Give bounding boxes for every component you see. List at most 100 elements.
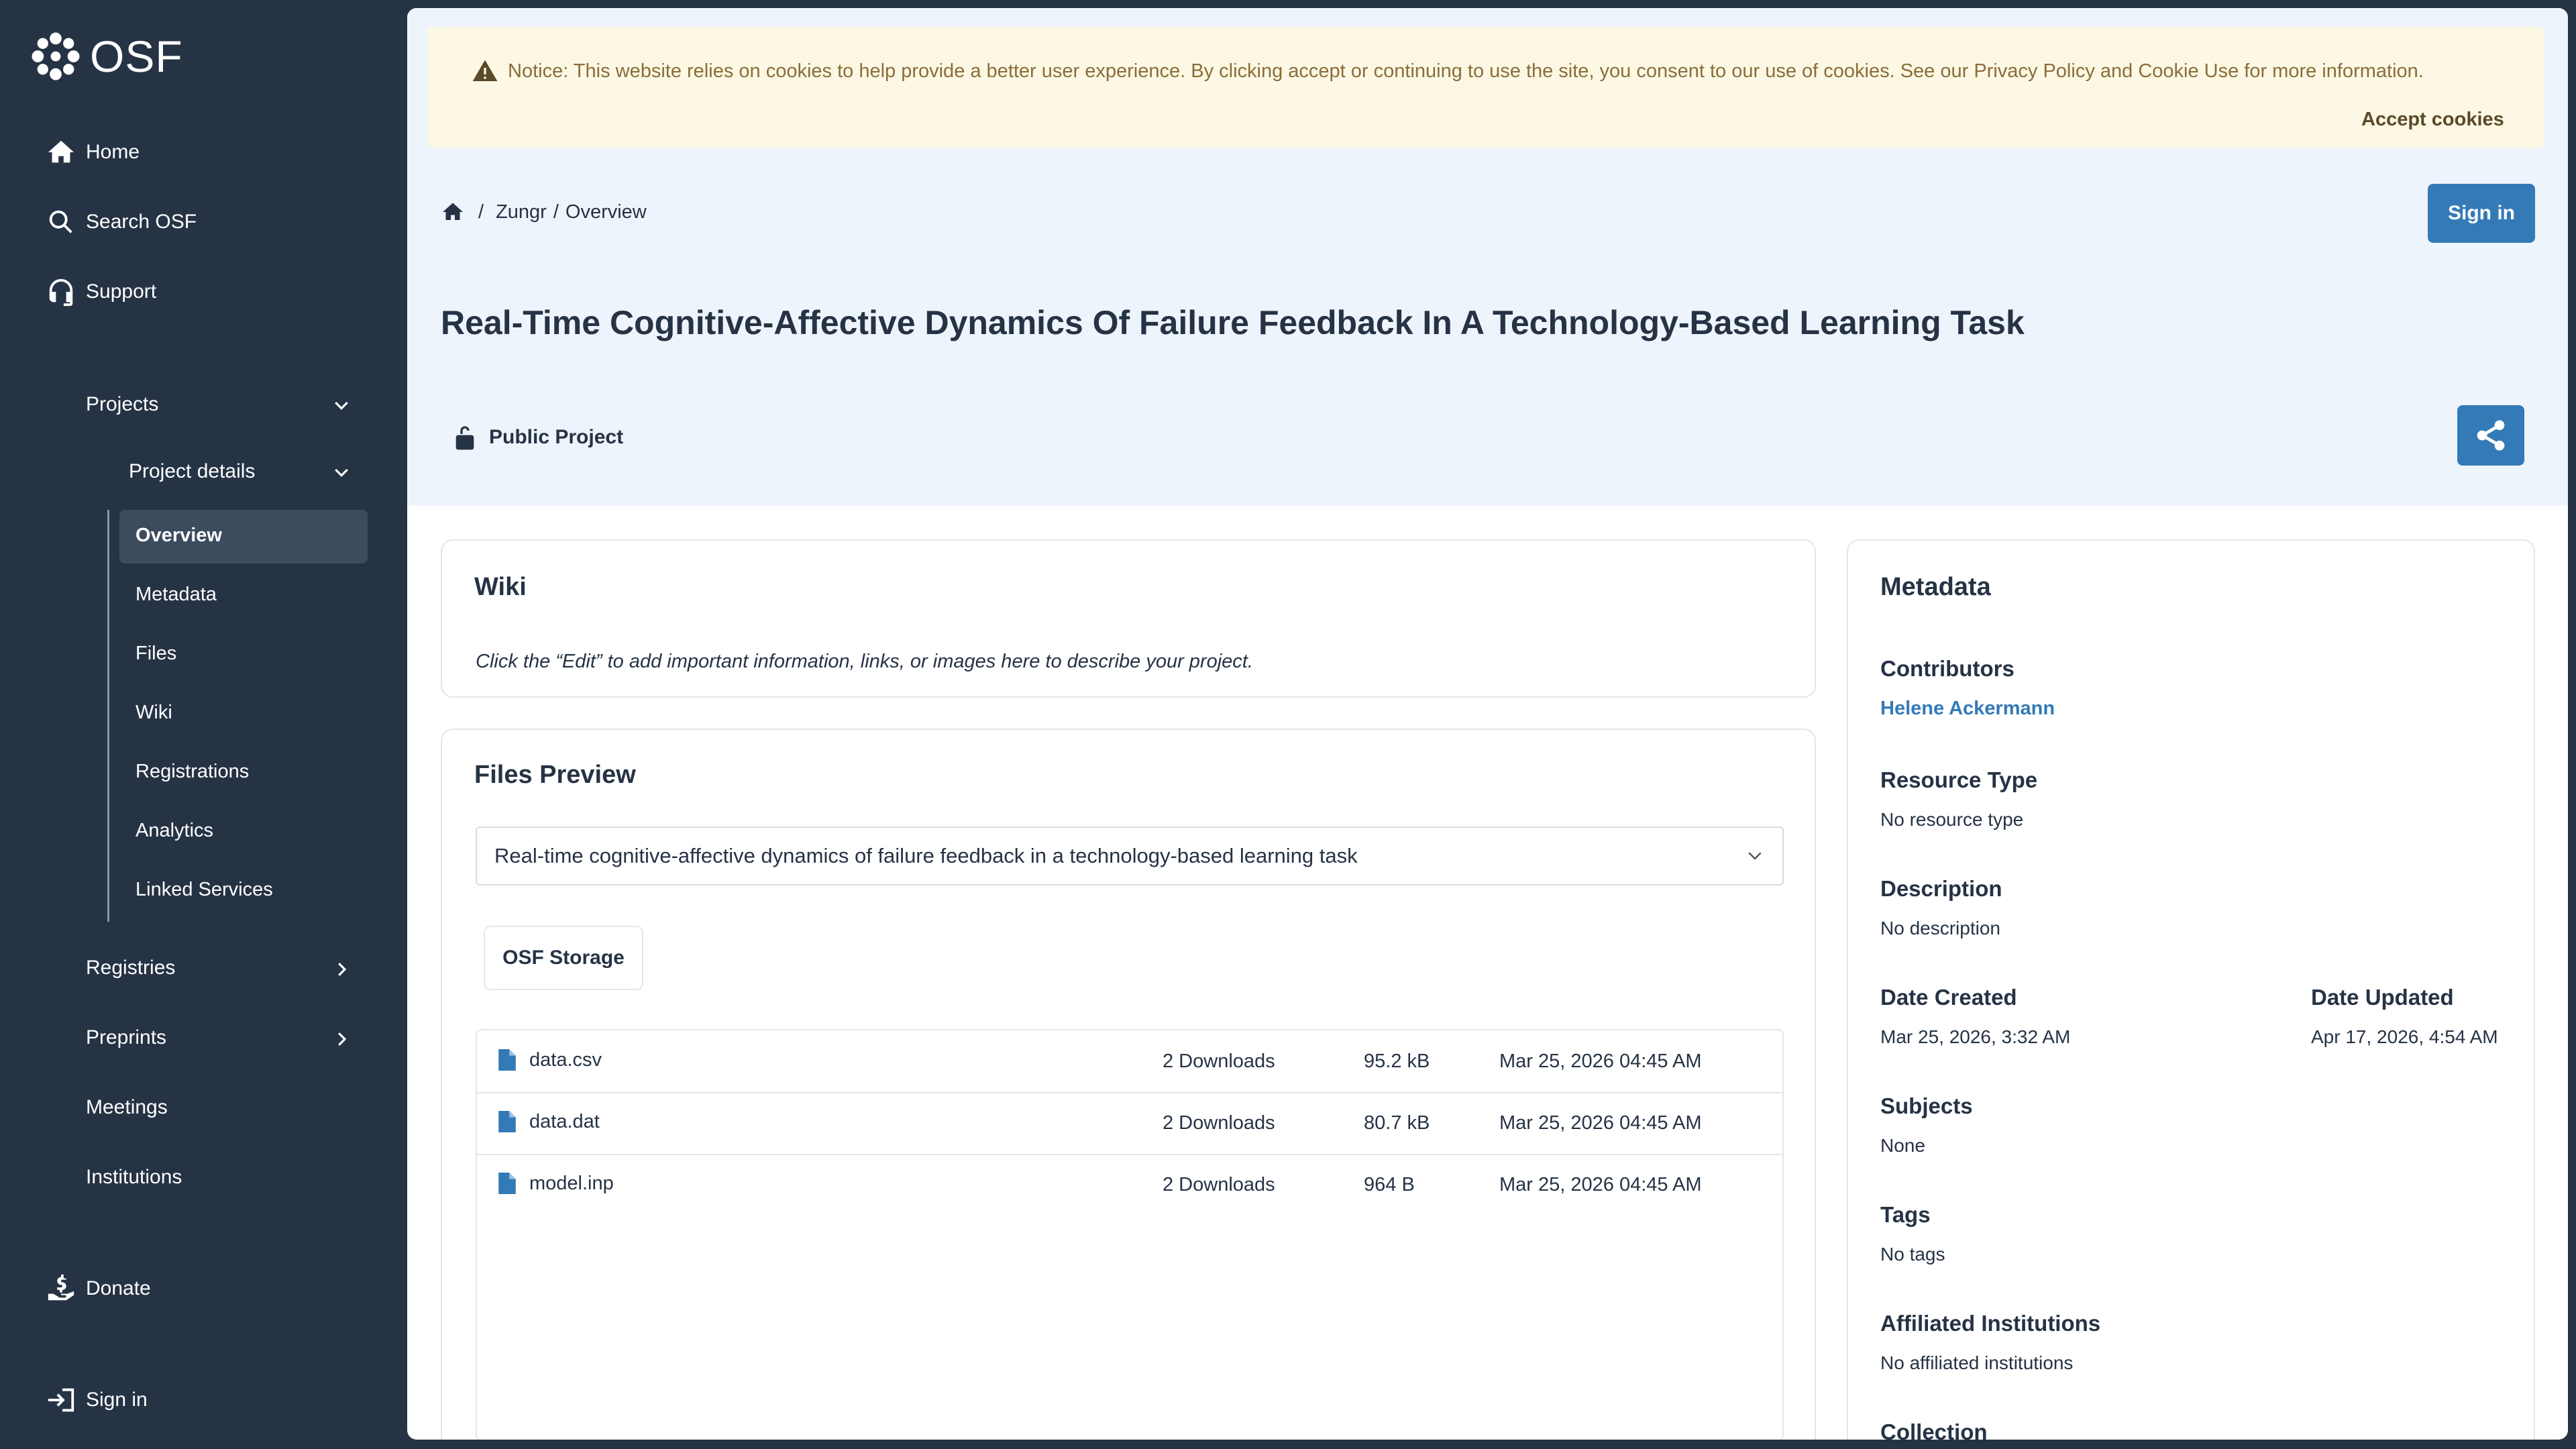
nav-projects[interactable]: Projects	[86, 393, 158, 416]
chevron-right-icon[interactable]	[331, 1029, 352, 1049]
project-select-value: Real-time cognitive-affective dynamics o…	[494, 844, 1358, 867]
file-downloads: 2 Downloads	[1163, 1174, 1275, 1195]
files-preview-heading: Files Preview	[474, 761, 636, 789]
donate-icon	[48, 1274, 74, 1301]
osf-logo-text: OSF	[90, 32, 183, 81]
resource-type-label: Resource Type	[1880, 767, 2038, 792]
nav-sign-in-label: Sign in	[86, 1389, 148, 1411]
breadcrumb-separator: /	[553, 201, 559, 223]
subjects-value: None	[1880, 1135, 1925, 1156]
file-name[interactable]: model.inp	[529, 1173, 614, 1195]
nav-meetings[interactable]: Meetings	[86, 1096, 168, 1119]
nav-institutions-label: Institutions	[86, 1166, 182, 1188]
files-preview-card: Files Preview Real-time cognitive-affect…	[441, 729, 1816, 1440]
subnav-linked-services[interactable]: Linked Services	[136, 879, 273, 901]
date-created-label: Date Created	[1880, 985, 2017, 1010]
chevron-down-icon[interactable]	[331, 396, 352, 416]
file-date: Mar 25, 2026 04:45 AM	[1499, 1174, 1702, 1195]
subnav-analytics[interactable]: Analytics	[136, 820, 213, 842]
collection-label: Collection	[1880, 1419, 1988, 1440]
file-size: 964 B	[1364, 1174, 1415, 1195]
nav-preprints-label: Preprints	[86, 1026, 167, 1049]
visibility-label: Public Project	[489, 426, 624, 448]
nav-registries[interactable]: Registries	[86, 957, 175, 979]
file-date: Mar 25, 2026 04:45 AM	[1499, 1051, 1702, 1072]
metadata-heading: Metadata	[1880, 573, 1991, 601]
subnav-metadata[interactable]: Metadata	[136, 584, 217, 606]
nav-sign-in[interactable]: Sign in	[46, 1385, 148, 1415]
breadcrumb-separator: /	[478, 201, 484, 223]
file-size: 80.7 kB	[1364, 1112, 1430, 1134]
subjects-label: Subjects	[1880, 1093, 1973, 1118]
tags-value: No tags	[1880, 1244, 1945, 1265]
wiki-placeholder: Click the “Edit” to add important inform…	[476, 651, 1253, 672]
chevron-down-icon[interactable]	[331, 463, 352, 483]
resource-type-value: No resource type	[1880, 809, 2024, 830]
sign-in-icon	[48, 1388, 74, 1412]
search-icon	[49, 210, 72, 233]
nav-registries-label: Registries	[86, 957, 176, 979]
warning-icon	[472, 60, 498, 81]
file-date: Mar 25, 2026 04:45 AM	[1499, 1112, 1702, 1134]
project-header: Notice: This website relies on cookies t…	[407, 8, 2568, 506]
subnav-registrations[interactable]: Registrations	[136, 761, 249, 783]
subnav-rail	[107, 510, 109, 922]
table-row[interactable]: data.dat 2 Downloads 80.7 kB Mar 25, 202…	[477, 1092, 1782, 1155]
main-panel: Notice: This website relies on cookies t…	[407, 8, 2568, 1440]
home-icon	[48, 140, 74, 163]
nav-preprints[interactable]: Preprints	[86, 1026, 166, 1049]
accept-cookies-button[interactable]: Accept cookies	[2361, 109, 2504, 131]
nav-meetings-label: Meetings	[86, 1096, 168, 1118]
share-button[interactable]	[2457, 405, 2524, 466]
nav-home[interactable]: Home	[46, 137, 140, 168]
nav-projects-label: Projects	[86, 393, 159, 415]
chevron-right-icon[interactable]	[331, 959, 352, 979]
page-title: Real-Time Cognitive-Affective Dynamics O…	[441, 304, 2025, 341]
affiliated-institutions-label: Affiliated Institutions	[1880, 1311, 2101, 1336]
home-icon[interactable]	[441, 200, 465, 224]
cookie-notice: Notice: This website relies on cookies t…	[427, 27, 2544, 148]
sign-in-button[interactable]: Sign in	[2428, 184, 2535, 243]
nav-donate-label: Donate	[86, 1277, 151, 1299]
contributors-label: Contributors	[1880, 656, 2015, 681]
subnav-files[interactable]: Files	[136, 643, 176, 665]
nav-donate[interactable]: Donate	[46, 1273, 151, 1304]
tags-label: Tags	[1880, 1202, 1931, 1227]
nav-project-details-label: Project details	[129, 460, 256, 482]
date-updated-label: Date Updated	[2311, 985, 2454, 1010]
osf-logo-icon	[32, 32, 80, 80]
files-table: data.csv 2 Downloads 95.2 kB Mar 25, 202…	[476, 1029, 1784, 1440]
wiki-card: Wiki Click the “Edit” to add important i…	[441, 539, 1816, 698]
breadcrumb-page: Overview	[565, 201, 647, 223]
visibility-badge: Public Project	[453, 424, 623, 451]
file-icon	[498, 1111, 516, 1132]
project-select[interactable]: Real-time cognitive-affective dynamics o…	[476, 826, 1784, 885]
table-row[interactable]: model.inp 2 Downloads 964 B Mar 25, 2026…	[477, 1154, 1782, 1216]
file-name[interactable]: data.csv	[529, 1049, 602, 1071]
breadcrumb-project[interactable]: Zungr	[496, 201, 547, 223]
osf-logo[interactable]: OSF	[31, 31, 183, 82]
file-downloads: 2 Downloads	[1163, 1112, 1275, 1134]
osf-storage-button[interactable]: OSF Storage	[484, 926, 643, 990]
affiliated-institutions-value: No affiliated institutions	[1880, 1352, 2074, 1373]
cookie-notice-text: Notice: This website relies on cookies t…	[508, 60, 2424, 82]
subnav-overview[interactable]: Overview	[136, 525, 222, 547]
file-icon	[498, 1173, 516, 1194]
metadata-card: Metadata Contributors Helene Ackermann R…	[1847, 539, 2535, 1440]
description-value: No description	[1880, 918, 2000, 938]
file-icon	[498, 1049, 516, 1071]
chevron-down-icon	[1748, 852, 1762, 860]
file-downloads: 2 Downloads	[1163, 1051, 1275, 1072]
contributor-link[interactable]: Helene Ackermann	[1880, 698, 2055, 720]
nav-support[interactable]: Support	[46, 276, 156, 307]
nav-institutions[interactable]: Institutions	[86, 1166, 182, 1189]
file-name[interactable]: data.dat	[529, 1111, 600, 1133]
breadcrumb: / Zungr / Overview	[441, 200, 647, 224]
wiki-heading: Wiki	[474, 573, 527, 601]
subnav-wiki[interactable]: Wiki	[136, 702, 172, 724]
table-row[interactable]: data.csv 2 Downloads 95.2 kB Mar 25, 202…	[477, 1030, 1782, 1093]
share-icon	[2477, 420, 2505, 451]
nav-search[interactable]: Search OSF	[46, 207, 197, 237]
nav-project-details[interactable]: Project details	[129, 460, 255, 483]
description-label: Description	[1880, 876, 2002, 901]
